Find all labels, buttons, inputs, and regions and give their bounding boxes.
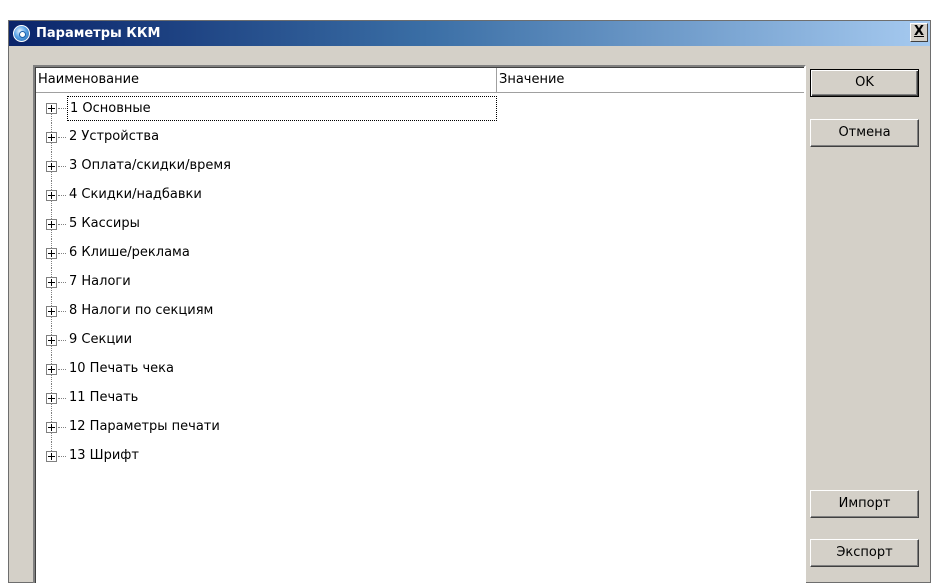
tree-rows: 1 Основные 2 Устройства 3 Оплата/скидки/…	[36, 94, 803, 471]
tree-node-label[interactable]: 9 Секции	[67, 332, 134, 349]
expand-plus-icon[interactable]	[46, 422, 57, 433]
tree-node-label[interactable]: 1 Основные	[67, 96, 497, 121]
tree-node[interactable]: 12 Параметры печати	[36, 413, 803, 442]
expand-plus-icon[interactable]	[46, 161, 57, 172]
tree-node-label[interactable]: 4 Скидки/надбавки	[67, 187, 204, 204]
tree-node[interactable]: 5 Кассиры	[36, 210, 803, 239]
tree-node[interactable]: 4 Скидки/надбавки	[36, 181, 803, 210]
expand-plus-icon[interactable]	[46, 219, 57, 230]
tree-node[interactable]: 8 Налоги по секциям	[36, 297, 803, 326]
export-button[interactable]: Экспорт	[810, 539, 919, 567]
tree-node-label[interactable]: 6 Клише/реклама	[67, 245, 192, 262]
import-button[interactable]: Импорт	[810, 490, 919, 518]
tree-node[interactable]: 6 Клише/реклама	[36, 239, 803, 268]
parameters-tree[interactable]: Наименование Значение 1 Основные 2 Устро…	[33, 65, 806, 583]
tree-node-label[interactable]: 7 Налоги	[67, 274, 133, 291]
tree-node[interactable]: 1 Основные	[36, 94, 803, 123]
expand-plus-icon[interactable]	[46, 190, 57, 201]
expand-plus-icon[interactable]	[46, 306, 57, 317]
expand-plus-icon[interactable]	[46, 248, 57, 259]
tree-node[interactable]: 2 Устройства	[36, 123, 803, 152]
close-button[interactable]: X	[910, 23, 928, 42]
tree-node-label[interactable]: 8 Налоги по секциям	[67, 303, 215, 320]
expand-plus-icon[interactable]	[46, 364, 57, 375]
window-title: Параметры ККМ	[36, 26, 161, 41]
expand-plus-icon[interactable]	[46, 335, 57, 346]
expand-plus-icon[interactable]	[46, 277, 57, 288]
tree-node[interactable]: 3 Оплата/скидки/время	[36, 152, 803, 181]
tree-node[interactable]: 11 Печать	[36, 384, 803, 413]
tree-node[interactable]: 10 Печать чека	[36, 355, 803, 384]
expand-plus-icon[interactable]	[46, 451, 57, 462]
tree-node[interactable]: 13 Шрифт	[36, 442, 803, 471]
tree-node-label[interactable]: 5 Кассиры	[67, 216, 142, 233]
expand-plus-icon[interactable]	[46, 103, 57, 114]
column-header-name[interactable]: Наименование	[36, 68, 497, 93]
tree-node-label[interactable]: 2 Устройства	[67, 129, 161, 146]
tree-node-label[interactable]: 11 Печать	[67, 390, 140, 407]
tree-node-label[interactable]: 3 Оплата/скидки/время	[67, 158, 233, 175]
tree-node[interactable]: 7 Налоги	[36, 268, 803, 297]
tree-node-label[interactable]: 10 Печать чека	[67, 361, 176, 378]
ok-button[interactable]: OK	[810, 69, 919, 97]
cancel-button[interactable]: Отмена	[810, 119, 919, 147]
settings-dialog: Параметры ККМ X Наименование Значение 1 …	[8, 20, 931, 583]
expand-plus-icon[interactable]	[46, 393, 57, 404]
expand-plus-icon[interactable]	[46, 132, 57, 143]
settings-gear-icon	[13, 25, 30, 42]
title-bar: Параметры ККМ X	[9, 21, 930, 46]
tree-node-label[interactable]: 12 Параметры печати	[67, 419, 222, 436]
tree-node[interactable]: 9 Секции	[36, 326, 803, 355]
column-header-value[interactable]: Значение	[497, 68, 804, 93]
tree-node-label[interactable]: 13 Шрифт	[67, 448, 141, 465]
